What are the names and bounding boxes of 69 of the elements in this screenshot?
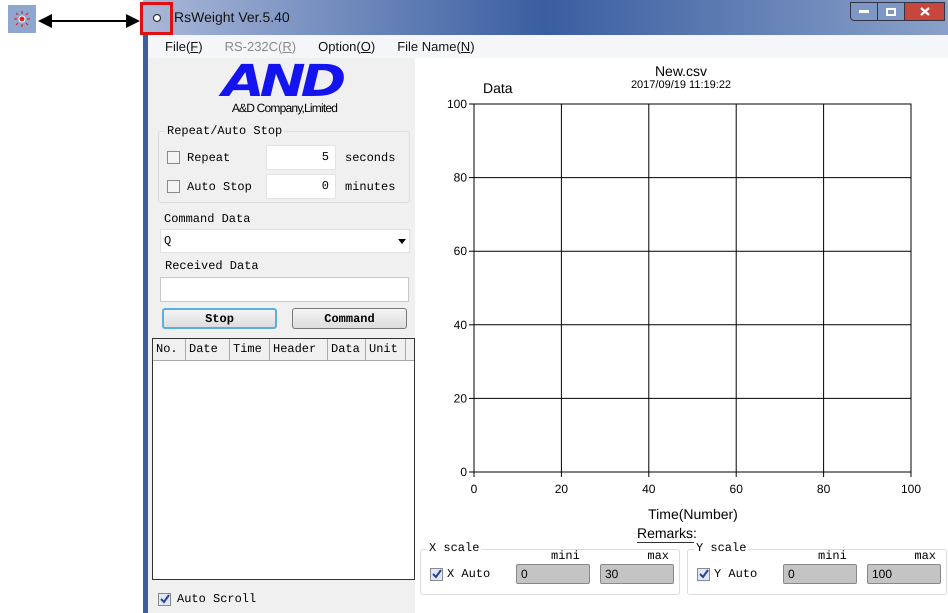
field-label: mini [818, 550, 847, 563]
company-name: A&D Company,Limited [232, 102, 338, 115]
unit-label: seconds [345, 150, 396, 166]
tick-label: 40 [454, 318, 467, 332]
min-field[interactable]: 0 [516, 564, 590, 584]
push-button[interactable]: Stop [162, 308, 277, 329]
received-data-field[interactable] [160, 277, 409, 302]
checkbox-label: X Auto [447, 566, 492, 583]
maximize-icon [886, 8, 896, 16]
menu-item[interactable]: Option(O) [318, 36, 376, 56]
field-label: Received Data [165, 258, 260, 275]
chart-subtitle: 2017/09/19 11:19:22 [630, 79, 732, 92]
tick-label: 40 [642, 482, 656, 496]
tick-label: 80 [816, 482, 830, 496]
field-label: Command Data [164, 211, 252, 228]
tick-label: 60 [454, 244, 467, 258]
close-button[interactable] [905, 2, 945, 21]
max-field[interactable]: 100 [867, 564, 941, 584]
tick-label: 0 [470, 482, 478, 496]
circle-icon[interactable] [152, 12, 162, 22]
caret-icon [398, 238, 406, 244]
command-dropdown[interactable]: Q [160, 229, 410, 253]
checkbox-label: Auto Scroll [177, 591, 256, 608]
window-title: RsWeight Ver.5.40 [174, 8, 290, 27]
minimize-button[interactable] [850, 2, 878, 21]
column-header[interactable]: Data [328, 339, 366, 360]
field-label: max [647, 550, 669, 563]
axis-label: Data [483, 80, 513, 96]
tick-mark [910, 472, 912, 478]
tick-label: 100 [900, 482, 922, 496]
min-field[interactable]: 0 [783, 564, 857, 584]
menu-item[interactable]: File Name(N) [397, 36, 475, 56]
tick-label: 20 [454, 391, 467, 406]
tick-label: 100 [446, 97, 467, 111]
checkbox-label: Y Auto [714, 566, 758, 583]
tick-label: 80 [454, 170, 467, 185]
highlight-frame [140, 2, 173, 35]
checkbox[interactable] [158, 592, 171, 606]
unit-label: minutes [345, 178, 396, 196]
checkbox[interactable] [167, 151, 180, 164]
checkbox-label: Repeat [187, 150, 232, 166]
checkbox[interactable] [167, 180, 180, 193]
tick-label: 0 [460, 465, 467, 479]
dropdown-value: Q [164, 233, 172, 250]
checkbox[interactable] [430, 568, 443, 580]
chart-title: New.csv [654, 63, 708, 79]
field-label: mini [551, 550, 580, 563]
tick-label: 60 [730, 482, 743, 496]
close-icon [920, 7, 930, 16]
axis-label: Time(Number) [648, 506, 738, 522]
number-field[interactable]: 0 [266, 174, 336, 199]
column-header[interactable]: No. [153, 339, 186, 360]
column-header[interactable]: Time [230, 339, 270, 360]
column-header[interactable]: Date [186, 339, 230, 360]
group-title: Repeat/Auto Stop [165, 124, 284, 138]
menu-item[interactable]: File(F) [165, 36, 203, 56]
checkbox[interactable] [697, 568, 710, 580]
push-button[interactable]: Command [292, 308, 407, 329]
field-label: max [914, 550, 936, 563]
max-field[interactable]: 30 [600, 564, 674, 584]
sun-icon [14, 11, 30, 27]
maximize-button[interactable] [878, 2, 905, 21]
column-header[interactable]: Header [270, 339, 328, 360]
minimize-icon [859, 10, 869, 13]
column-header[interactable]: Unit [366, 339, 406, 360]
checkbox-label: Auto Stop [187, 178, 253, 196]
app-taskbar-button[interactable] [8, 5, 36, 33]
number-field[interactable]: 5 [266, 145, 336, 170]
tick-label: 20 [554, 482, 568, 496]
